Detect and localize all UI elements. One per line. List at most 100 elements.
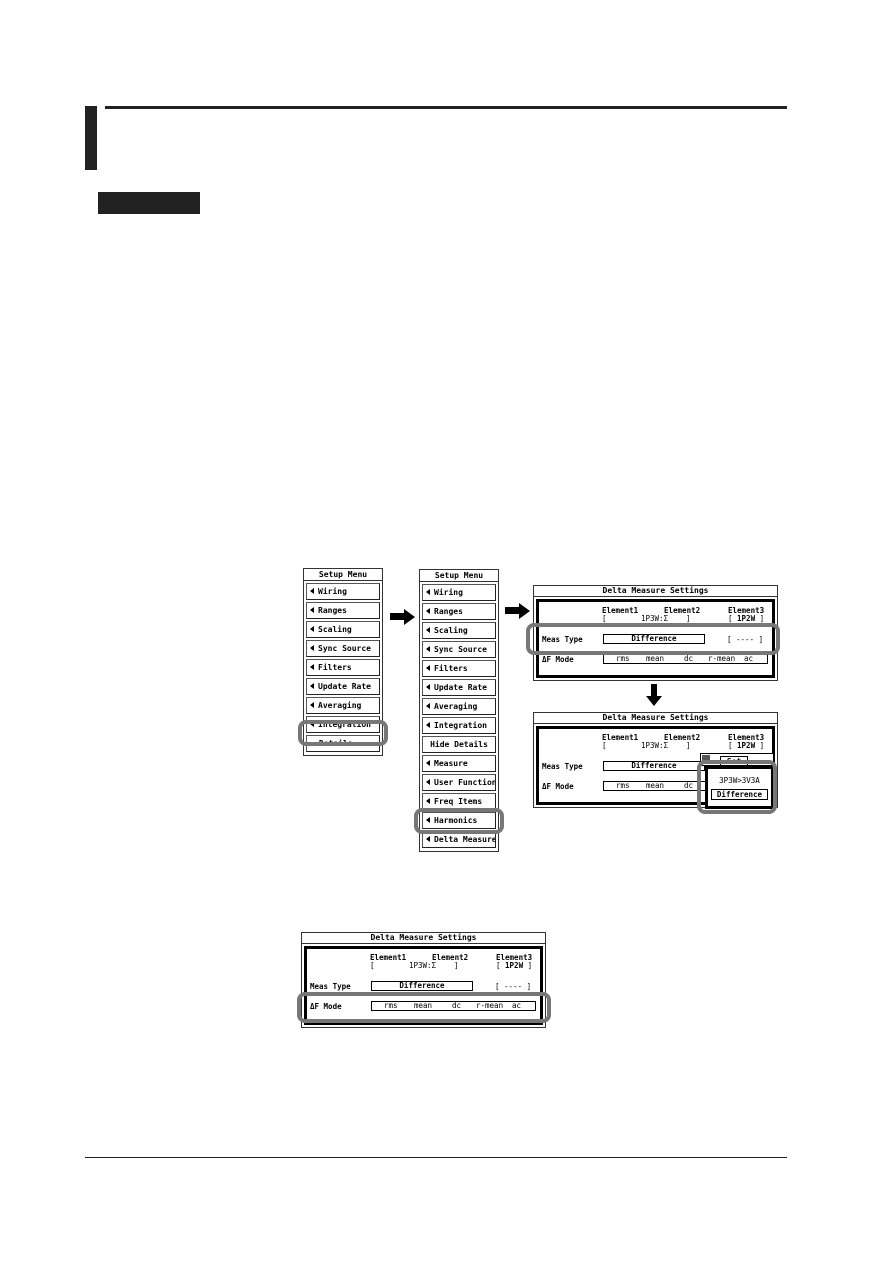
menu-item-measure[interactable]: Measure — [422, 755, 496, 772]
triangle-left-icon — [426, 703, 430, 709]
triangle-left-icon — [426, 646, 430, 652]
arrow-right-icon-head — [519, 603, 530, 619]
bracket-right: ] — [454, 961, 459, 970]
menu-item-label: Sync Source — [434, 645, 487, 654]
df-mode-field[interactable]: rms mean dc r-mean ac — [603, 654, 768, 664]
menu-item-wiring[interactable]: Wiring — [422, 584, 496, 601]
arrow-down-icon — [651, 684, 657, 696]
section-label-block — [98, 192, 200, 214]
triangle-left-icon — [426, 836, 430, 842]
triangle-left-icon — [310, 588, 314, 594]
triangle-left-icon — [426, 722, 430, 728]
df-mode-mean[interactable]: mean — [646, 782, 664, 790]
triangle-left-icon — [310, 626, 314, 632]
menu-title: Setup Menu — [304, 569, 382, 581]
df-mode-mean[interactable]: mean — [646, 655, 664, 663]
bracket-left: [ — [370, 961, 375, 970]
menu-item-label: Filters — [318, 663, 352, 672]
menu-item-filters[interactable]: Filters — [422, 660, 496, 677]
menu-item-ranges[interactable]: Ranges — [422, 603, 496, 620]
menu-item-label: Update Rate — [318, 682, 371, 691]
manual-page: Setup Menu Wiring Ranges Scaling Sync Sourc… — [0, 0, 893, 1263]
menu-item-averaging[interactable]: Averaging — [306, 697, 380, 714]
bracket-left: [ — [602, 741, 607, 750]
panel-title: Delta Measure Settings — [534, 713, 777, 724]
menu-item-scaling[interactable]: Scaling — [422, 622, 496, 639]
menu-item-scaling[interactable]: Scaling — [306, 621, 380, 638]
menu-item-integration[interactable]: Integration — [422, 717, 496, 734]
triangle-left-icon — [310, 683, 314, 689]
arrow-down-icon-head — [646, 696, 662, 706]
menu-item-sync-source[interactable]: Sync Source — [306, 640, 380, 657]
menu-item-label: Averaging — [318, 701, 362, 710]
highlight-delta-measure — [414, 808, 504, 834]
menu-item-label: Averaging — [434, 702, 478, 711]
menu-item-filters[interactable]: Filters — [306, 659, 380, 676]
triangle-left-icon — [426, 779, 430, 785]
meas-type-label: Meas Type — [310, 982, 351, 991]
menu-item-label: Freq Items — [434, 797, 483, 806]
bracket-right: ] — [686, 741, 691, 750]
menu-item-label: User Function — [434, 778, 496, 787]
df-mode-rms[interactable]: rms — [616, 782, 630, 790]
triangle-left-icon — [426, 665, 430, 671]
menu-title: Setup Menu — [420, 570, 498, 582]
menu-item-label: Hide Details — [430, 740, 488, 749]
triangle-left-icon — [426, 608, 430, 614]
df-mode-dc[interactable]: dc — [684, 782, 693, 790]
element2-label: Element2 — [664, 606, 701, 615]
panel-title: Delta Measure Settings — [534, 586, 777, 597]
df-mode-label: ΔF Mode — [542, 782, 574, 791]
panel-title: Delta Measure Settings — [302, 933, 545, 944]
menu-item-user-function[interactable]: User Function — [422, 774, 496, 791]
df-mode-r-mean[interactable]: r-mean — [708, 655, 735, 663]
menu-item-label: Wiring — [434, 588, 463, 597]
wiring-element3[interactable]: [ 1P2W ] — [728, 741, 764, 750]
df-mode-ac[interactable]: ac — [744, 655, 753, 663]
element1-label: Element1 — [370, 953, 407, 962]
menu-item-wiring[interactable]: Wiring — [306, 583, 380, 600]
arrow-right-icon-head — [404, 609, 415, 625]
menu-item-label: Filters — [434, 664, 468, 673]
highlight-details — [298, 720, 388, 746]
meas-type-field[interactable]: Difference — [603, 761, 705, 771]
menu-item-label: Update Rate — [434, 683, 487, 692]
wiring-element3[interactable]: [ 1P2W ] — [496, 961, 532, 970]
triangle-left-icon — [310, 664, 314, 670]
menu-item-averaging[interactable]: Averaging — [422, 698, 496, 715]
menu-item-update-rate[interactable]: Update Rate — [306, 678, 380, 695]
highlight-popup — [697, 760, 777, 814]
bracket-left: [ — [602, 614, 607, 623]
menu-item-label: Delta Measure — [434, 835, 496, 844]
triangle-left-icon — [426, 589, 430, 595]
menu-item-label: Integration — [434, 721, 487, 730]
menu-item-ranges[interactable]: Ranges — [306, 602, 380, 619]
bracket-right: ] — [686, 614, 691, 623]
df-mode-rms[interactable]: rms — [616, 655, 630, 663]
element3-meas-type: [ ---- ] — [495, 982, 532, 991]
menu-item-update-rate[interactable]: Update Rate — [422, 679, 496, 696]
df-mode-dc[interactable]: dc — [684, 655, 693, 663]
hide-details-button[interactable]: Hide Details — [422, 736, 496, 753]
arrow-right-icon — [390, 613, 404, 620]
menu-item-label: Sync Source — [318, 644, 371, 653]
wiring-element3[interactable]: [ 1P2W ] — [728, 614, 764, 623]
menu-item-label: Wiring — [318, 587, 347, 596]
triangle-left-icon — [310, 645, 314, 651]
triangle-left-icon — [310, 607, 314, 613]
element1-label: Element1 — [602, 733, 639, 742]
wiring-element12: 1P3W:Σ — [641, 614, 669, 623]
triangle-left-icon — [426, 684, 430, 690]
element2-label: Element2 — [432, 953, 469, 962]
triangle-left-icon — [426, 798, 430, 804]
menu-item-sync-source[interactable]: Sync Source — [422, 641, 496, 658]
menu-item-label: Ranges — [318, 606, 347, 615]
triangle-left-icon — [426, 627, 430, 633]
menu-item-label: Ranges — [434, 607, 463, 616]
element1-label: Element1 — [602, 606, 639, 615]
meas-type-field[interactable]: Difference — [371, 981, 473, 991]
header-bar — [85, 106, 97, 170]
df-mode-label: ΔF Mode — [542, 655, 574, 664]
highlight-meas-type — [526, 623, 780, 655]
menu-item-label: Scaling — [318, 625, 352, 634]
